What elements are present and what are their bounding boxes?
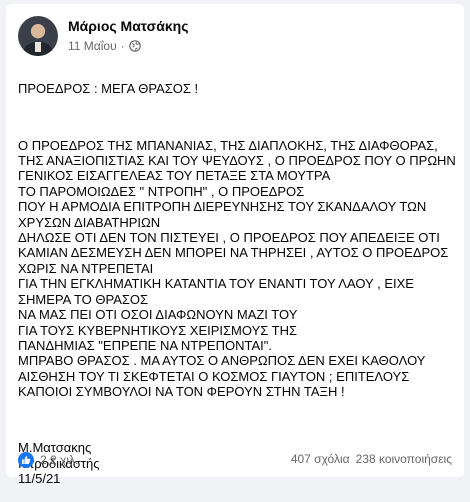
post-meta: 11 Μαΐου ·: [68, 39, 141, 53]
avatar[interactable]: [18, 16, 58, 56]
reactions-summary[interactable]: 2,2 χιλ.: [18, 452, 78, 468]
like-icon: [18, 452, 34, 468]
avatar-collar: [35, 42, 41, 52]
comments-count[interactable]: 407 σχόλια: [291, 452, 350, 466]
author-name[interactable]: Μάριος Ματσάκης: [68, 18, 189, 34]
post-paragraph: Ο ΠΡΟΕΔΡΟΣ ΤΗΣ ΜΠΑΝΑΝΙΑΣ, ΤΗΣ ΔΙΑΠΛΟΚΗΣ,…: [18, 137, 456, 400]
post-header: Μάριος Ματσάκης 11 Μαΐου ·: [18, 14, 448, 58]
engagement-counts: 407 σχόλια 238 κοινοποιήσεις: [291, 452, 452, 466]
post-footer: 2,2 χιλ. 407 σχόλια 238 κοινοποιήσεις: [18, 450, 452, 472]
post-body: ΠΡΟΕΔΡΟΣ : ΜΕΓΑ ΘΡΑΣΟΣ ! Ο ΠΡΟΕΔΡΟΣ ΤΗΣ …: [18, 66, 458, 502]
post-headline: ΠΡΟΕΔΡΟΣ : ΜΕΓΑ ΘΡΑΣΟΣ !: [18, 81, 199, 97]
shares-count[interactable]: 238 κοινοποιήσεις: [356, 452, 452, 466]
meta-separator: ·: [120, 39, 125, 53]
post-date[interactable]: 11 Μαΐου: [68, 39, 117, 53]
globe-icon[interactable]: [128, 40, 141, 52]
post-card: Μάριος Ματσάκης 11 Μαΐου · ΠΡΟΕΔΡΟΣ : ΜΕ…: [6, 4, 464, 486]
reactions-count: 2,2 χιλ.: [40, 453, 79, 467]
